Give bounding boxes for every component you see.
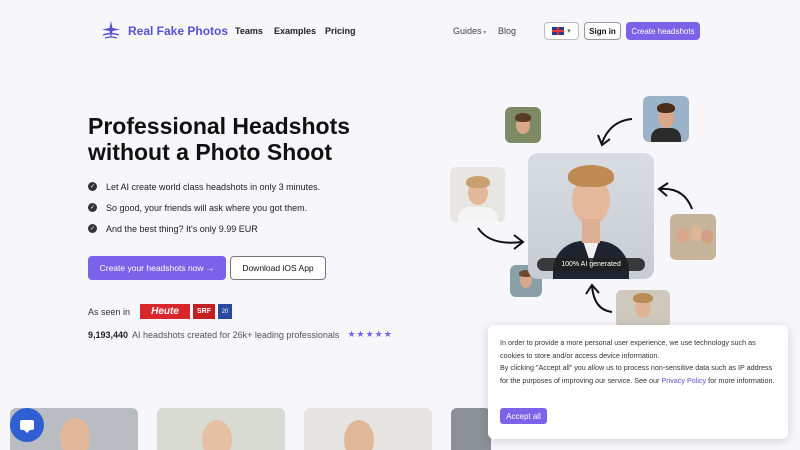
stats-line: 9,193,440 AI headshots created for 26k+ …: [88, 329, 393, 340]
check-icon: ✓: [88, 203, 97, 212]
check-icon: ✓: [88, 182, 97, 191]
language-select[interactable]: ▾: [544, 22, 579, 40]
input-photo: [670, 214, 716, 260]
hero-title: Professional Headshots without a Photo S…: [88, 113, 388, 165]
create-headshots-cta[interactable]: Create your headshots now →: [88, 256, 226, 280]
srf-logo: SRF: [193, 304, 215, 319]
nav-link-guides[interactable]: Guides ▾: [453, 26, 486, 36]
arrow-icon: [657, 182, 693, 210]
logo-text: Real Fake Photos: [128, 24, 229, 38]
press-logo: 20: [218, 304, 232, 319]
chevron-down-icon: ▾: [567, 28, 571, 35]
hero-title-line1: Professional Headshots: [88, 113, 351, 139]
bullet-text: So good, your friends will ask where you…: [106, 202, 308, 213]
example-photo: [304, 408, 432, 450]
list-item: ✓ And the best thing? It's only 9.99 EUR: [88, 218, 320, 239]
nav-link-pricing[interactable]: Pricing: [325, 26, 356, 36]
privacy-policy-link[interactable]: Privacy Policy: [661, 376, 706, 385]
input-photo: [643, 96, 689, 142]
bullet-text: Let AI create world class headshots in o…: [106, 181, 321, 192]
nav-link-blog[interactable]: Blog: [498, 26, 516, 36]
flag-uk-icon: [552, 27, 565, 35]
input-photo: [616, 290, 670, 328]
input-photo: [505, 107, 541, 143]
list-item: ✓ Let AI create world class headshots in …: [88, 176, 320, 197]
cookie-text: In order to provide a more personal user…: [500, 338, 756, 360]
arrow-icon: [477, 227, 525, 250]
heute-logo: Heute: [140, 304, 190, 319]
stats-text: AI headshots created for 26k+ leading pr…: [132, 329, 340, 340]
nav-guides-label: Guides: [453, 26, 482, 36]
bullet-text: And the best thing? It's only 9.99 EUR: [106, 223, 258, 234]
star-rating-icon: ★★★★★: [347, 329, 393, 339]
ai-generated-badge: 100% AI generated: [537, 258, 645, 271]
logo-star-icon: [102, 21, 120, 39]
feature-list: ✓ Let AI create world class headshots in …: [88, 176, 320, 239]
create-headshots-button[interactable]: Create headshots: [626, 22, 700, 40]
nav-link-examples[interactable]: Examples: [274, 26, 316, 36]
check-icon: ✓: [88, 224, 97, 233]
nav-link-teams[interactable]: Teams: [235, 26, 263, 36]
chat-button[interactable]: [10, 408, 44, 442]
stats-number: 9,193,440: [88, 329, 129, 340]
list-item: ✓ So good, your friends will ask where yo…: [88, 197, 320, 218]
accept-all-button[interactable]: Accept all: [500, 408, 547, 424]
arrow-icon: [597, 118, 633, 147]
sign-in-button[interactable]: Sign in: [584, 22, 621, 40]
chevron-down-icon: ▾: [481, 30, 487, 36]
input-photo: [450, 167, 505, 222]
cookie-text-after: for more information.: [706, 375, 775, 385]
example-photo: [157, 408, 285, 450]
arrow-icon: [585, 283, 613, 313]
example-photo: [451, 408, 491, 450]
as-seen-in-label: As seen in: [88, 307, 131, 317]
cookie-text: By clicking "Accept all" you allow us to…: [500, 362, 776, 387]
chat-icon: [20, 420, 34, 433]
logo[interactable]: Real Fake Photos: [100, 20, 228, 42]
download-ios-button[interactable]: Download iOS App: [230, 256, 326, 280]
hero-title-line2: without a Photo Shoot: [88, 139, 333, 165]
